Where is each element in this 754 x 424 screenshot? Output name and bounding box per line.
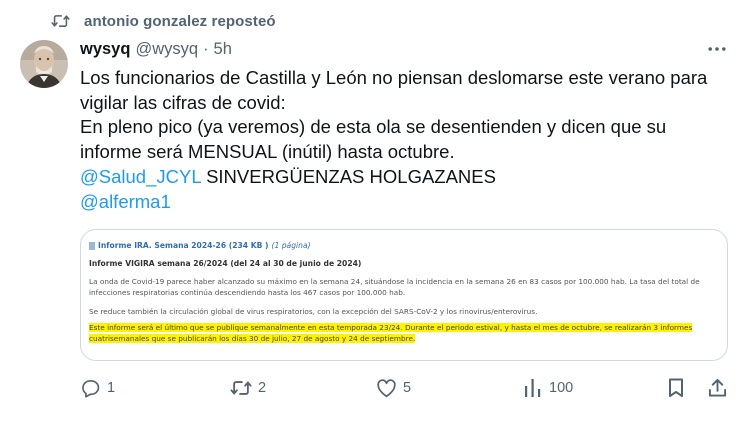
like-button[interactable]: 5	[376, 377, 411, 399]
document-pages: (1 página)	[271, 241, 311, 250]
tweet-text-line: Los funcionarios de Castilla y León no p…	[80, 67, 708, 88]
user-handle[interactable]: @wysyq	[135, 40, 198, 59]
highlighted-text: cuatrisemanales que se publicarán los dí…	[89, 333, 416, 343]
document-title: Informe VIGIRA semana 26/2024 (del 24 al…	[89, 259, 362, 268]
heart-icon	[377, 378, 396, 397]
media-image[interactable]: Informe IRA. Semana 2024-26 (234 KB ) (1…	[80, 229, 728, 361]
document-screenshot: Informe IRA. Semana 2024-26 (234 KB ) (1…	[81, 230, 727, 360]
bookmark-button[interactable]	[668, 377, 684, 399]
tweet-text-line: En pleno pico (ya veremos) de esta ola s…	[80, 116, 667, 138]
reply-count: 1	[107, 380, 116, 396]
repost-text[interactable]: antonio gonzalez reposteó	[84, 13, 276, 30]
like-count: 5	[403, 380, 412, 396]
document-paragraph: La onda de Covid-19 parece haber alcanza…	[89, 277, 700, 297]
reply-icon	[82, 380, 100, 398]
tweet-text-line: informe será MENSUAL (inútil) hasta octu…	[80, 141, 455, 163]
share-icon	[708, 378, 727, 397]
more-options-button[interactable]	[706, 40, 728, 58]
repost-button[interactable]: 2	[230, 377, 266, 399]
views-count: 100	[549, 380, 574, 396]
analytics-icon	[525, 379, 541, 397]
views-button[interactable]: 100	[523, 377, 573, 399]
timestamp[interactable]: 5h	[214, 40, 232, 59]
mention-link[interactable]: @Salud_JCYL	[80, 166, 201, 187]
document-paragraph: Se reduce también la circulación global …	[89, 307, 538, 316]
more-dots-icon	[708, 47, 726, 51]
mention-link[interactable]: @alferma1	[80, 191, 171, 212]
tweet-text-line: @Salud_JCYL SINVERGÜENZAS HOLGAZANES	[80, 165, 720, 190]
document-highlighted-paragraph: Este informe será el último que se publi…	[89, 323, 719, 344]
separator-dot: ·	[203, 39, 209, 58]
highlighted-text: Este informe será el último que se publi…	[89, 323, 693, 332]
pdf-icon	[89, 241, 95, 250]
tweet-text-fragment: SINVERGÜENZAS HOLGAZANES	[200, 165, 496, 187]
reply-button[interactable]: 1	[80, 377, 115, 399]
repost-icon	[50, 11, 70, 31]
repost-icon	[230, 381, 252, 395]
avatar-portrait	[20, 40, 68, 88]
display-name[interactable]: wysyq	[80, 40, 130, 59]
tweet-text: Los funcionarios de Castilla y León no p…	[80, 66, 720, 214]
repost-indicator[interactable]: antonio gonzalez reposteó	[50, 11, 276, 31]
share-button[interactable]	[708, 377, 727, 399]
tweet-header: wysyq @wysyq · 5h	[80, 38, 232, 60]
avatar[interactable]	[20, 40, 68, 88]
repost-count: 2	[258, 380, 267, 396]
tweet-text-line: @alferma1	[80, 190, 720, 215]
bookmark-icon	[669, 378, 683, 397]
document-link-text: Informe IRA. Semana 2024-26 (234 KB )	[98, 241, 269, 250]
action-bar: 1 2 5 100	[80, 377, 728, 399]
document-link: Informe IRA. Semana 2024-26 (234 KB ) (1…	[89, 241, 311, 250]
tweet-text-line: vigilar las cifras de covid:	[80, 91, 286, 113]
